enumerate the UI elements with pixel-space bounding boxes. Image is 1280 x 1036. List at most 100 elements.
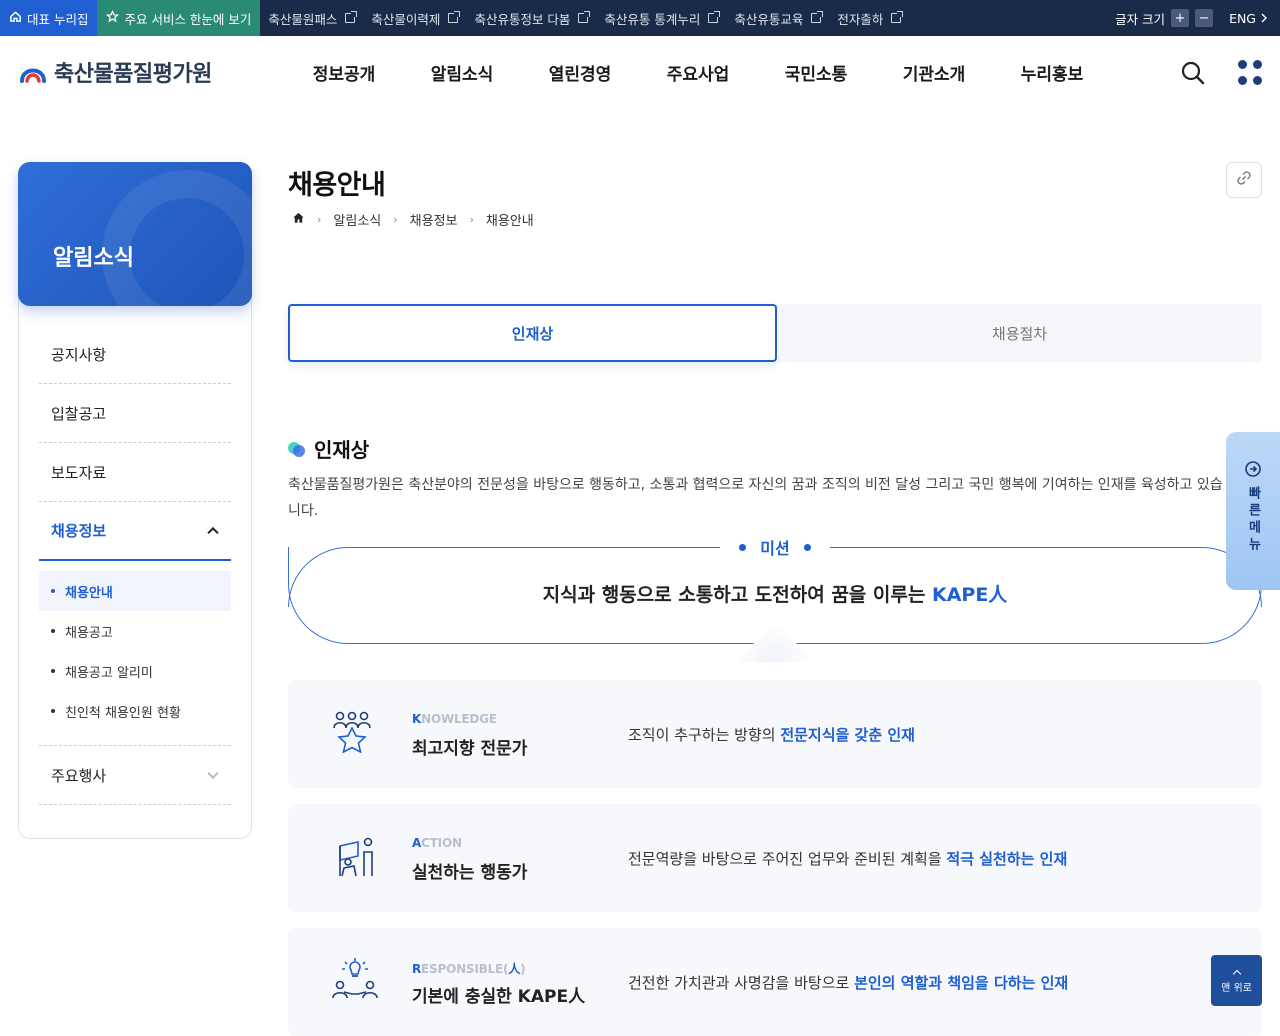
tab-talent[interactable]: 인재상 — [288, 304, 777, 362]
side-item-events[interactable]: 주요행사 — [39, 746, 231, 805]
content-tabs: 인재상 채용절차 — [288, 304, 1262, 362]
link-icon — [1236, 170, 1252, 190]
side-nav-title: 알림소식 — [53, 246, 134, 271]
onepass-link[interactable]: 축산물원패스 — [260, 0, 363, 36]
external-link-icon — [891, 11, 904, 23]
all-menu-icon[interactable] — [1238, 60, 1264, 86]
page-title: 채용안내 — [288, 170, 386, 201]
mission-statement: 지식과 행동으로 소통하고 도전하여 꿈을 이루는 KAPE人 — [288, 580, 1262, 607]
site-header: 축산물품질평가원 정보공개 알림소식 열린경영 주요사업 국민소통 기관소개 누… — [0, 36, 1280, 108]
side-sub-recruit-guide[interactable]: 채용안내 — [39, 571, 231, 611]
service-overview-link[interactable]: 주요 서비스 한눈에 보기 — [97, 0, 261, 36]
side-item-press[interactable]: 보도자료 — [39, 443, 231, 502]
external-link-icon — [811, 11, 824, 23]
quick-menu-button[interactable]: 빠른메뉴 — [1226, 432, 1280, 590]
section-title-text: 인재상 — [314, 438, 370, 462]
link-label: 축산물원패스 — [268, 11, 338, 27]
breadcrumb-recruit-info[interactable]: 채용정보 — [410, 210, 458, 229]
chevron-down-icon — [207, 767, 219, 780]
font-decrease-button[interactable]: − — [1195, 9, 1214, 27]
side-nav-header: 알림소식 — [18, 162, 252, 306]
breadcrumb-news[interactable]: 알림소식 — [333, 210, 381, 229]
desc-highlight: 전문지식을 갖춘 인재 — [780, 726, 915, 744]
gnb-promotion[interactable]: 누리홍보 — [993, 60, 1111, 85]
breadcrumb-separator: › — [469, 213, 474, 226]
go-top-label: 맨 위로 — [1221, 982, 1252, 994]
distribution-education-link[interactable]: 축산유통교육 — [726, 0, 829, 36]
chevron-up-icon — [207, 526, 219, 538]
eng-close: ) — [520, 962, 526, 976]
gnb-about[interactable]: 기관소개 — [875, 60, 993, 85]
gnb-communication[interactable]: 국민소통 — [757, 60, 875, 85]
global-navigation: 정보공개 알림소식 열린경영 주요사업 국민소통 기관소개 누리홍보 — [285, 60, 1111, 85]
mission-label: 미션 — [760, 539, 790, 558]
link-label: 축산유통정보 다봄 — [474, 11, 571, 27]
card-name: 기본에 충실한 KAPE人 — [412, 987, 586, 1007]
main-portal-link[interactable]: 대표 누리집 — [0, 0, 98, 36]
traceability-link[interactable]: 축산물이력제 — [363, 0, 466, 36]
distribution-stats-link[interactable]: 축산유통 통계누리 — [596, 0, 726, 36]
talent-card-knowledge: KNOWLEDGE 최고지향 전문가 조직이 추구하는 방향의 전문지식을 갖춘… — [288, 680, 1262, 788]
side-item-bid[interactable]: 입찰공고 — [39, 384, 231, 443]
side-sub-recruit-notice[interactable]: 채용공고 — [39, 611, 231, 651]
tab-recruit-process[interactable]: 채용절차 — [777, 304, 1262, 362]
desc-highlight: 본인의 역할과 책임을 다하는 인재 — [854, 974, 1069, 992]
external-link-icon — [708, 11, 721, 23]
link-label: 축산유통교육 — [734, 11, 804, 27]
card-name: 실천하는 행동가 — [412, 863, 528, 883]
utility-right: 글자 크기 + − ENG — [1115, 9, 1280, 28]
mission-dot — [739, 543, 747, 551]
link-label: 축산물이력제 — [371, 11, 441, 27]
language-label: ENG — [1229, 10, 1256, 26]
logo-text: 축산물품질평가원 — [54, 62, 212, 87]
side-nav-list: 공지사항 입찰공고 보도자료 채용정보 채용안내 채용공고 채용공고 알리미 친… — [39, 325, 231, 805]
action-flag-icon — [330, 832, 380, 882]
eng-first-letter: K — [412, 712, 422, 726]
section-title: 인재상 — [288, 434, 369, 463]
search-icon[interactable] — [1180, 60, 1206, 86]
gnb-info-disclosure[interactable]: 정보공개 — [285, 60, 403, 85]
desc-text: 조직이 추구하는 방향의 — [628, 726, 781, 744]
font-size-label: 글자 크기 — [1115, 11, 1166, 27]
gnb-news[interactable]: 알림소식 — [403, 60, 521, 85]
talent-card-action: ACTION 실천하는 행동가 전문역량을 바탕으로 주어진 업무와 준비된 계… — [288, 804, 1262, 912]
e-shipping-link[interactable]: 전자출하 — [829, 0, 909, 36]
side-item-recruit[interactable]: 채용정보 — [39, 502, 231, 561]
section-bullet-icon — [288, 440, 306, 458]
breadcrumb-recruit-guide[interactable]: 채용안내 — [486, 210, 534, 229]
side-navigation: 알림소식 공지사항 입찰공고 보도자료 채용정보 채용안내 채용공고 채용공고 … — [18, 162, 252, 839]
font-increase-button[interactable]: + — [1171, 9, 1190, 27]
link-label: 축산유통 통계누리 — [604, 11, 701, 27]
breadcrumb: › 알림소식 › 채용정보 › 채용안내 — [292, 210, 534, 229]
quick-menu-icon — [1244, 460, 1262, 482]
gnb-main-business[interactable]: 주요사업 — [639, 60, 757, 85]
card-eng-label: KNOWLEDGE — [412, 712, 497, 726]
language-english-link[interactable]: ENG — [1229, 11, 1268, 26]
breadcrumb-separator: › — [317, 213, 322, 226]
chevron-up-icon — [1232, 969, 1241, 978]
external-link-icon — [345, 11, 358, 23]
eng-han: 人 — [508, 962, 521, 976]
eng-first-letter: A — [412, 836, 422, 850]
card-description: 전문역량을 바탕으로 주어진 업무와 준비된 계획을 적극 실천하는 인재 — [628, 848, 1067, 869]
side-sub-recruit-alert[interactable]: 채용공고 알리미 — [39, 651, 231, 691]
people-star-icon — [330, 708, 380, 758]
card-description: 건전한 가치관과 사명감을 바탕으로 본인의 역할과 책임을 다하는 인재 — [628, 972, 1068, 993]
go-top-button[interactable]: 맨 위로 — [1211, 955, 1262, 1006]
side-item-notice[interactable]: 공지사항 — [39, 325, 231, 384]
share-link-button[interactable] — [1226, 162, 1262, 198]
external-link-icon — [578, 11, 591, 23]
kape-logo-icon — [18, 57, 48, 87]
side-submenu: 채용안내 채용공고 채용공고 알리미 친인척 채용인원 현황 — [39, 561, 231, 746]
eng-rest: ESPONSIBLE( — [421, 962, 509, 976]
side-nav-decoration — [102, 170, 252, 306]
card-description: 조직이 추구하는 방향의 전문지식을 갖춘 인재 — [628, 724, 915, 745]
chevron-right-icon — [1260, 11, 1268, 26]
side-sub-relatives-status[interactable]: 친인척 채용인원 현황 — [39, 691, 231, 731]
gnb-open-management[interactable]: 열린경영 — [521, 60, 639, 85]
distribution-info-link[interactable]: 축산유통정보 다봄 — [466, 0, 596, 36]
home-icon — [9, 10, 22, 26]
site-logo[interactable]: 축산물품질평가원 — [18, 56, 212, 88]
desc-highlight: 적극 실천하는 인재 — [946, 850, 1068, 868]
home-icon[interactable] — [292, 211, 305, 228]
